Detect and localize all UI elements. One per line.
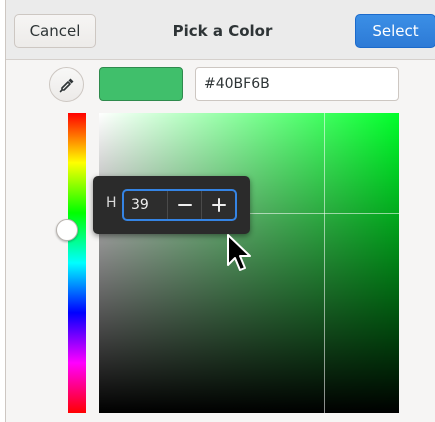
hue-editor-popover: H 39 [93, 176, 250, 234]
hue-label: H [106, 195, 117, 211]
hue-value-input[interactable]: 39 [131, 191, 161, 219]
minus-icon [178, 204, 192, 206]
hue-increment-button[interactable] [201, 191, 235, 219]
select-button[interactable]: Select [355, 14, 435, 48]
hue-slider-handle[interactable] [56, 219, 78, 241]
color-chooser-dialog: Cancel Pick a Color Select #40BF6B H 39 [5, 0, 435, 422]
cancel-button[interactable]: Cancel [14, 14, 96, 48]
plus-icon [212, 198, 226, 212]
hex-color-entry[interactable]: #40BF6B [195, 67, 399, 101]
dialog-title: Pick a Color [172, 22, 273, 40]
hue-slider[interactable] [68, 113, 86, 413]
eyedropper-icon [59, 78, 74, 93]
hue-decrement-button[interactable] [167, 191, 201, 219]
hue-spin-button: 39 [122, 189, 237, 221]
current-color-swatch [99, 67, 183, 101]
header-bar: Cancel Pick a Color Select [6, 0, 435, 60]
mouse-pointer-icon [224, 233, 254, 277]
crosshair-vertical-line [324, 113, 325, 413]
eyedropper-button[interactable] [49, 67, 84, 102]
